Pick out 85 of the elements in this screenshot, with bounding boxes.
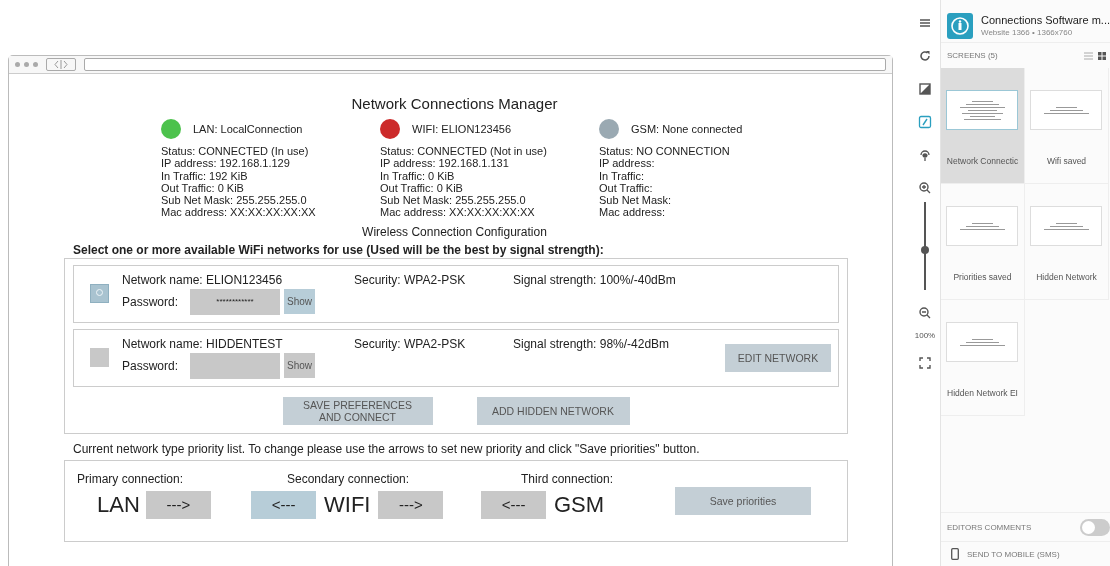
instruction-text: Current network type priority list. To change please use the arrows to set new priority and click "Save priorities" button. bbox=[73, 441, 701, 456]
connection-detail: Mac address: bbox=[599, 206, 667, 219]
connection-type: LAN bbox=[97, 491, 140, 518]
connection-detail: Status: CONNECTED (Not in use) bbox=[380, 145, 548, 158]
upload-icon[interactable] bbox=[918, 148, 932, 162]
pencil-icon[interactable] bbox=[918, 115, 932, 129]
section-title: Wireless Connection Configuration bbox=[361, 224, 548, 239]
checkbox[interactable] bbox=[90, 348, 109, 368]
connection-detail: Sub Net Mask: bbox=[599, 194, 673, 207]
fullscreen-icon[interactable] bbox=[918, 356, 932, 370]
password-field[interactable]: ************ bbox=[190, 288, 280, 315]
password-label: Password: bbox=[122, 358, 180, 373]
security-label: Security: WPA2-PSK bbox=[354, 336, 467, 351]
connection-detail: In Traffic: bbox=[599, 169, 646, 182]
connection-type: WIFI bbox=[324, 491, 371, 518]
phone-icon bbox=[951, 548, 959, 560]
signal-strength: Signal strength: 98%/-42dBm bbox=[513, 336, 671, 351]
password-field[interactable] bbox=[190, 352, 280, 379]
show-button[interactable]: Show bbox=[284, 289, 315, 315]
connection-detail: In Traffic: 0 KiB bbox=[380, 169, 456, 182]
zoom-out-icon[interactable] bbox=[918, 306, 932, 320]
arrow-button[interactable]: <--- bbox=[251, 490, 316, 519]
connection-detail: Out Traffic: 0 KiB bbox=[380, 181, 464, 195]
password-label: Password: bbox=[122, 294, 180, 309]
zoom-in-icon[interactable] bbox=[918, 181, 932, 195]
save-priorities-button[interactable]: Save priorities bbox=[675, 486, 811, 515]
connection-detail: Sub Net Mask: 255.255.255.0 bbox=[380, 194, 527, 207]
arrow-button[interactable]: ---> bbox=[145, 490, 211, 519]
priority-heading: Primary connection: bbox=[77, 471, 185, 486]
signal-strength: Signal strength: 100%/-40dBm bbox=[513, 272, 677, 287]
connection-detail: Sub Net Mask: 255.255.255.0 bbox=[161, 194, 308, 207]
connection-label: LAN: LocalConnection bbox=[193, 123, 303, 135]
app-logo-icon bbox=[947, 12, 973, 39]
connection-type: GSM bbox=[554, 491, 605, 518]
screen-card[interactable]: Priorities saved bbox=[941, 184, 1025, 300]
screen-card[interactable]: Wifi saved bbox=[1025, 68, 1109, 184]
project-title: Connections Software m... bbox=[981, 14, 1110, 26]
connection-detail: Status: NO CONNECTION bbox=[599, 145, 731, 158]
refresh-icon[interactable] bbox=[918, 49, 932, 63]
edit-network-button[interactable]: EDIT NETWORK bbox=[725, 343, 831, 372]
screen-name: Wifi saved bbox=[1046, 156, 1087, 166]
page-title: Network Connections Manager bbox=[350, 95, 559, 114]
comments-toggle[interactable] bbox=[1080, 518, 1110, 536]
connection-label: GSM: None connected bbox=[631, 123, 743, 135]
priority-heading: Third connection: bbox=[520, 471, 615, 486]
address-field[interactable] bbox=[84, 58, 886, 71]
window-dots-icon bbox=[15, 62, 38, 67]
grid-view-icon[interactable] bbox=[1098, 51, 1106, 60]
arrows-icon bbox=[51, 60, 71, 69]
connection-detail: IP address: bbox=[599, 157, 656, 170]
save-preferences-button[interactable]: SAVE PREFERENCES AND CONNECT bbox=[282, 396, 433, 425]
connection-detail: Out Traffic: 0 KiB bbox=[161, 181, 245, 195]
connection-detail: Mac address: XX:XX:XX:XX:XX bbox=[161, 206, 317, 219]
connection-label: WIFI: ELION123456 bbox=[412, 123, 512, 135]
menu-icon[interactable] bbox=[918, 16, 932, 30]
screen-name: Hidden Network EI bbox=[947, 388, 1018, 398]
screens-header: SCREENS (5) bbox=[947, 51, 999, 60]
screen-card[interactable]: Hidden Network EI bbox=[941, 300, 1025, 416]
comments-label: EDITORS COMMENTS bbox=[947, 522, 1032, 532]
connection-detail: Out Traffic: bbox=[599, 181, 654, 195]
screen-name: Hidden Network bbox=[1036, 272, 1097, 282]
network-name: Network name: ELION123456 bbox=[122, 272, 284, 287]
project-subtitle: Website 1366 • 1366x760 bbox=[981, 28, 1074, 37]
screen-name: Network Connectic bbox=[946, 156, 1019, 166]
priority-heading: Secondary connection: bbox=[286, 471, 411, 486]
connection-detail: In Traffic: 192 KiB bbox=[161, 169, 249, 182]
screen-name: Priorities saved bbox=[953, 272, 1012, 282]
send-to-mobile-link[interactable]: SEND TO MOBILE (SMS) bbox=[967, 549, 1060, 559]
connection-detail: Status: CONNECTED (In use) bbox=[161, 145, 310, 158]
arrow-button[interactable]: ---> bbox=[378, 490, 444, 519]
zoom-level: 100% bbox=[914, 331, 936, 340]
back-forward-button[interactable] bbox=[46, 58, 76, 71]
instruction-text: Select one or more available WiFi networks for use (Used will be the best by signal strength): bbox=[73, 242, 605, 257]
network-name: Network name: HIDDENTEST bbox=[122, 336, 284, 351]
checkbox[interactable] bbox=[90, 284, 109, 304]
screen-card[interactable]: Network Connectic bbox=[941, 68, 1025, 184]
screen-card[interactable]: Hidden Network bbox=[1025, 184, 1109, 300]
connection-detail: Mac address: XX:XX:XX:XX:XX bbox=[380, 206, 536, 219]
show-button[interactable]: Show bbox=[284, 353, 315, 379]
add-network-button[interactable]: ADD HIDDEN NETWORK bbox=[476, 396, 630, 425]
contrast-icon[interactable] bbox=[918, 82, 932, 96]
connection-detail: IP address: 192.168.1.129 bbox=[161, 157, 291, 170]
security-label: Security: WPA2-PSK bbox=[354, 272, 467, 287]
connection-detail: IP address: 192.168.1.131 bbox=[380, 157, 510, 170]
arrow-button[interactable]: <--- bbox=[481, 490, 546, 519]
